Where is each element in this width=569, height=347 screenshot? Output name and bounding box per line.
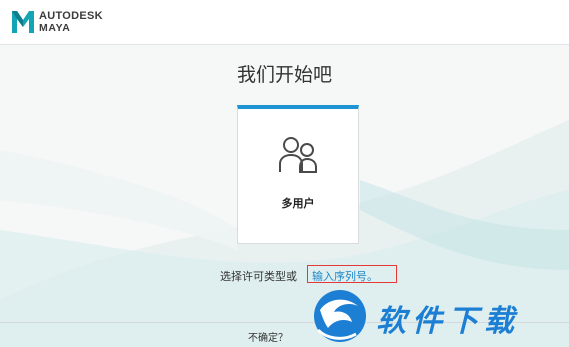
users-icon — [279, 137, 317, 173]
header: AUTODESK MAYA — [0, 0, 569, 44]
multi-user-card[interactable]: 多用户 — [237, 105, 359, 244]
watermark-text: 软件下载 — [376, 304, 520, 339]
unsure-link[interactable]: 不确定？ — [248, 329, 288, 344]
page-title: 我们开始吧 — [236, 64, 332, 86]
brand-name: AUTODESK — [39, 10, 103, 22]
header-divider — [0, 44, 569, 45]
card-label: 多用户 — [281, 197, 315, 210]
logo-text: AUTODESK MAYA — [39, 11, 103, 34]
license-prompt: 选择许可类型或 — [220, 270, 297, 283]
autodesk-logo-icon — [12, 11, 34, 33]
product-name: MAYA — [39, 22, 71, 34]
